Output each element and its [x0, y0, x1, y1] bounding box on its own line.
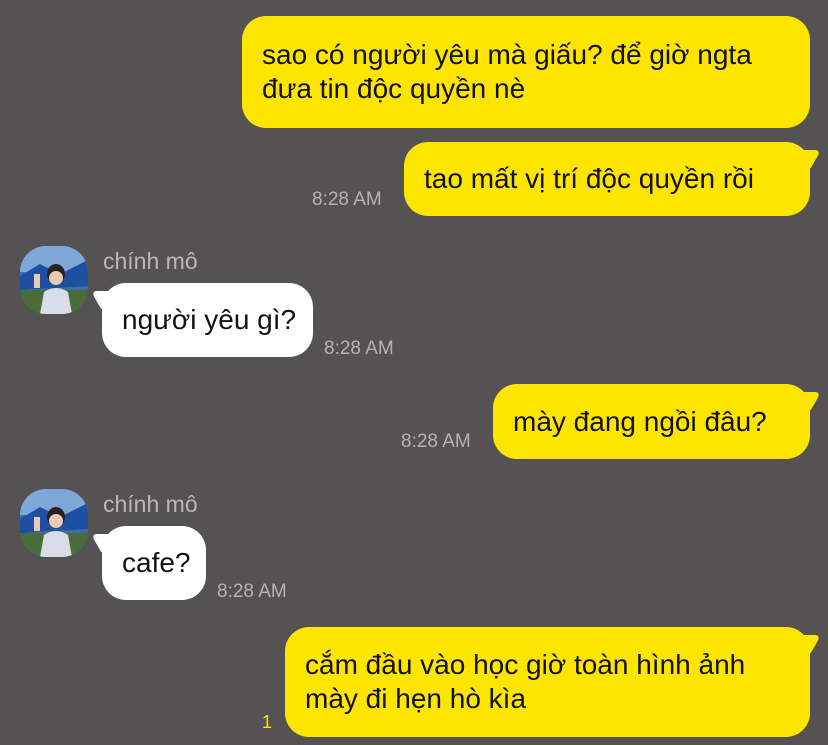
incoming-message-bubble[interactable]: người yêu gì? [102, 283, 313, 357]
sender-name: chính mô [103, 248, 198, 274]
message-text-line: người yêu gì? [122, 304, 297, 335]
contact-avatar[interactable] [20, 246, 88, 314]
message-text-line: tao mất vị trí độc quyền rồi [424, 163, 754, 194]
message-text-line: đưa tin độc quyền nè [262, 73, 526, 104]
profile-photo-icon [20, 489, 88, 557]
outgoing-message-bubble[interactable]: sao có người yêu mà giấu? để giờ ngta đư… [242, 16, 810, 128]
message-timestamp: 8:28 AM [401, 431, 471, 452]
sender-name: chính mô [103, 491, 198, 517]
message-timestamp: 8:28 AM [312, 189, 382, 210]
message-text-line: mày đi hẹn hò kìa [305, 683, 527, 714]
outgoing-message-bubble[interactable]: cắm đầu vào học giờ toàn hình ảnh mày đi… [285, 627, 810, 737]
message-text-line: cafe? [122, 547, 191, 578]
incoming-message-bubble[interactable]: cafe? [102, 526, 206, 600]
contact-avatar[interactable] [20, 489, 88, 557]
chat-thread: sao có người yêu mà giấu? để giờ ngta đư… [0, 0, 828, 745]
message-text-line: cắm đầu vào học giờ toàn hình ảnh [305, 649, 746, 680]
profile-photo-icon [20, 246, 88, 314]
unread-count: 1 [262, 712, 273, 732]
message-timestamp: 8:28 AM [217, 581, 287, 602]
outgoing-message-bubble[interactable]: mày đang ngồi đâu? [493, 384, 810, 459]
outgoing-message-bubble[interactable]: tao mất vị trí độc quyền rồi [404, 142, 810, 216]
message-timestamp: 8:28 AM [324, 338, 394, 359]
message-text-line: mày đang ngồi đâu? [513, 405, 767, 437]
message-text-line: sao có người yêu mà giấu? để giờ ngta [262, 39, 752, 70]
